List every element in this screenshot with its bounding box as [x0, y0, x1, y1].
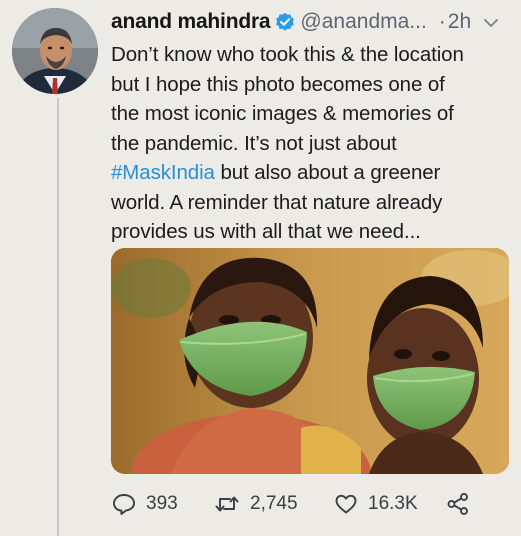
reply-button[interactable]: 393	[111, 488, 211, 520]
tweet-text-line: #MaskIndia but also about a greener	[111, 158, 511, 188]
tweet-text-line: the most iconic images & memories of	[111, 102, 454, 125]
tweet-text-line: the pandemic. It’s not just about	[111, 131, 397, 155]
thread-line	[57, 98, 59, 536]
author-handle[interactable]: @anandma...	[300, 10, 426, 34]
tweet-screen: anand mahindra @anandma... · 2h Don’t kn…	[0, 0, 521, 536]
heart-icon	[333, 491, 359, 517]
share-icon	[445, 491, 471, 517]
hashtag-link[interactable]: #MaskIndia	[111, 161, 215, 184]
author-name[interactable]: anand mahindra	[111, 10, 271, 34]
retweet-icon	[213, 491, 241, 517]
tweet-photo[interactable]	[111, 248, 509, 474]
verified-badge-icon	[275, 12, 295, 32]
reply-icon	[111, 491, 137, 517]
like-count: 16.3K	[368, 493, 418, 514]
reply-count: 393	[146, 493, 178, 514]
like-button[interactable]: 16.3K	[333, 488, 445, 520]
tweet-text-line: provides us with all that we need...	[111, 220, 421, 243]
share-button[interactable]	[445, 488, 475, 520]
tweet-text: Don’t know who took this & the location …	[111, 40, 511, 247]
tweet-text-line: world. A reminder that nature already	[111, 190, 443, 214]
retweet-button[interactable]: 2,745	[213, 488, 323, 520]
tweet-text-line: Don’t know who took this & the location	[111, 43, 464, 66]
avatar[interactable]	[12, 8, 98, 94]
tweet-header: anand mahindra @anandma... · 2h	[111, 6, 511, 38]
chevron-down-icon[interactable]	[482, 14, 500, 32]
retweet-count: 2,745	[250, 493, 298, 514]
tweet-actions: 393 2,745 16.3K	[111, 488, 511, 520]
tweet-text-line: but I hope this photo becomes one of	[111, 72, 445, 96]
separator-dot: ·	[438, 10, 446, 33]
tweet-text-fragment: but also about a greener	[214, 161, 441, 184]
timestamp[interactable]: 2h	[448, 10, 471, 34]
